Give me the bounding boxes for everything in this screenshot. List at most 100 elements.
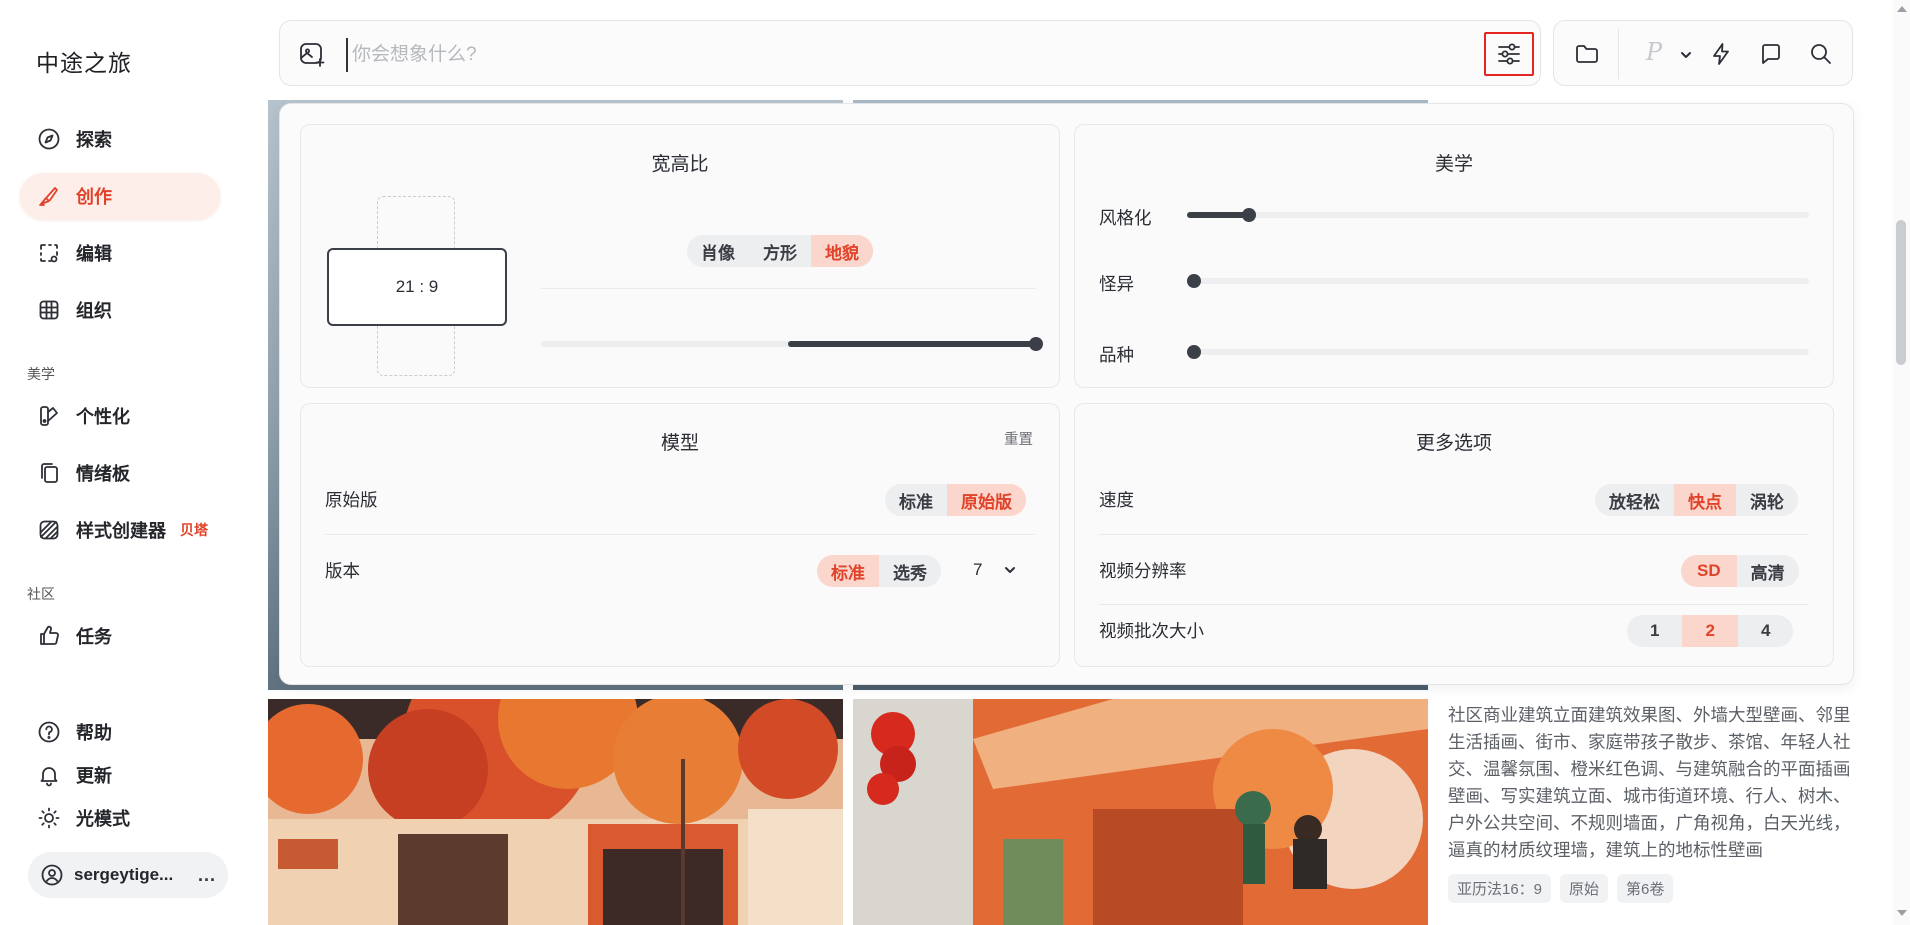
raw-raw[interactable]: 原始版 <box>947 484 1026 516</box>
raw-standard[interactable]: 标准 <box>885 484 947 516</box>
speed-toggle: 放轻松 快点 涡轮 <box>1595 484 1798 516</box>
orientation-portrait[interactable]: 肖像 <box>687 235 749 267</box>
video-resolution-toggle: SD 高清 <box>1681 555 1799 587</box>
video-resolution-label: 视频分辨率 <box>1099 561 1187 581</box>
aspect-orientation-toggle: 肖像 方形 地貌 <box>687 235 873 267</box>
tag-version[interactable]: 第6卷 <box>1617 874 1674 903</box>
variety-slider-knob[interactable] <box>1187 345 1201 359</box>
nav-tasks[interactable]: 任务 <box>20 613 220 659</box>
grid-icon <box>36 297 62 323</box>
nav-updates-label: 更新 <box>76 766 112 786</box>
model-section: 模型 重置 原始版 标准 原始版 版本 标准 选秀 7 <box>300 403 1060 667</box>
video-res-sd[interactable]: SD <box>1681 555 1737 587</box>
nav-create[interactable]: 创作 <box>20 173 220 219</box>
brand-title[interactable]: 中途之旅 <box>36 44 132 78</box>
reset-button[interactable]: 重置 <box>1004 428 1033 449</box>
orientation-landscape[interactable]: 地貌 <box>811 235 873 267</box>
nav-organize[interactable]: 组织 <box>20 287 220 333</box>
model-title: 模型 <box>660 433 699 454</box>
speed-relax[interactable]: 放轻松 <box>1595 484 1674 516</box>
raw-mode-toggle: 标准 原始版 <box>885 484 1026 516</box>
folder-icon <box>1576 45 1598 63</box>
lightning-button[interactable] <box>1706 39 1736 69</box>
divider <box>325 534 1035 535</box>
aesthetics-section: 美学 风格化 怪异 品种 <box>1074 124 1834 388</box>
nav-style-creator-label: 样式创建器 <box>76 521 166 541</box>
settings-button[interactable] <box>1484 32 1534 76</box>
search-icon <box>1811 44 1831 64</box>
variety-slider[interactable] <box>1187 349 1809 355</box>
nav-updates[interactable]: 更新 <box>20 754 220 796</box>
version-chevron-down-icon[interactable] <box>1001 561 1019 584</box>
nav-moodboard[interactable]: 情绪板 <box>20 450 220 496</box>
scroll-up-arrow[interactable] <box>1897 6 1907 12</box>
speed-turbo[interactable]: 涡轮 <box>1736 484 1798 516</box>
gallery-image-building-mural[interactable] <box>853 699 1428 925</box>
stylize-slider-knob[interactable] <box>1242 208 1256 222</box>
raw-label: 原始版 <box>325 490 378 510</box>
aspect-ratio-slider-knob[interactable] <box>1029 337 1043 351</box>
hatched-square-icon <box>36 517 62 543</box>
version-number[interactable]: 7 <box>973 560 982 580</box>
aspect-ratio-slider-fill <box>788 341 1036 347</box>
brush-icon <box>36 183 62 209</box>
aspect-ratio-preview[interactable]: 21 : 9 <box>327 248 507 326</box>
nav-style-creator[interactable]: 样式创建器 贝塔 <box>20 507 230 553</box>
palette-book-icon <box>36 403 62 429</box>
nav-organize-label: 组织 <box>76 301 112 321</box>
scroll-down-arrow[interactable] <box>1897 910 1907 916</box>
video-batch-toggle: 1 2 4 <box>1627 615 1794 647</box>
video-batch-4[interactable]: 4 <box>1738 615 1793 647</box>
gallery-image-street-mural[interactable] <box>268 699 843 925</box>
prompt-input[interactable] <box>346 38 1454 72</box>
orientation-square[interactable]: 方形 <box>749 235 811 267</box>
nav-edit[interactable]: 编辑 <box>20 230 220 276</box>
divider <box>541 288 1036 289</box>
user-menu[interactable]: sergeytige... ... <box>28 852 228 898</box>
nav-personalize[interactable]: 个性化 <box>20 393 220 439</box>
nav-personalize-label: 个性化 <box>76 407 130 427</box>
video-res-hd[interactable]: 高清 <box>1737 555 1799 587</box>
version-label: 版本 <box>325 561 360 581</box>
chat-button[interactable] <box>1756 39 1786 69</box>
username: sergeytige... <box>74 865 174 884</box>
help-icon <box>36 719 62 745</box>
speed-label: 速度 <box>1099 490 1134 510</box>
copy-icon <box>36 460 62 486</box>
prompt-bar <box>279 20 1541 86</box>
nav-create-label: 创作 <box>76 187 112 207</box>
bell-icon <box>36 762 62 788</box>
scrollbar-thumb[interactable] <box>1896 220 1906 365</box>
nav-help[interactable]: 帮助 <box>20 711 220 753</box>
add-image-icon[interactable] <box>298 40 326 73</box>
video-batch-1[interactable]: 1 <box>1627 615 1682 647</box>
more-options-icon[interactable]: ... <box>198 865 216 886</box>
tag-raw[interactable]: 原始 <box>1560 874 1609 903</box>
nav-explore[interactable]: 探索 <box>20 116 220 162</box>
edit-frame-icon <box>36 240 62 266</box>
beta-badge: 贝塔 <box>180 522 208 538</box>
tag-aspect[interactable]: 亚历法16：9 <box>1448 874 1552 903</box>
stylize-slider[interactable] <box>1187 212 1809 218</box>
version-draft[interactable]: 选秀 <box>879 555 941 587</box>
weird-slider[interactable] <box>1187 278 1809 284</box>
weird-slider-knob[interactable] <box>1187 274 1201 288</box>
nav-edit-label: 编辑 <box>76 244 112 264</box>
search-button[interactable] <box>1806 39 1836 69</box>
video-batch-2[interactable]: 2 <box>1682 615 1738 647</box>
aspect-ratio-section: 宽高比 21 : 9 肖像 方形 地貌 <box>300 124 1060 388</box>
section-community: 社区 <box>27 586 55 602</box>
version-standard[interactable]: 标准 <box>817 555 879 587</box>
nav-light-mode-label: 光模式 <box>76 809 130 829</box>
variety-label: 品种 <box>1099 345 1134 365</box>
sun-icon <box>36 805 62 831</box>
scrollbar[interactable] <box>1893 0 1910 925</box>
speed-fast[interactable]: 快点 <box>1674 484 1736 516</box>
nav-light-mode[interactable]: 光模式 <box>20 797 220 839</box>
folder-button[interactable] <box>1572 39 1602 69</box>
personalization-p-mark[interactable]: P <box>1646 38 1662 66</box>
chevron-down-icon[interactable] <box>1671 40 1701 70</box>
lightning-icon <box>1713 43 1729 65</box>
user-avatar-icon <box>41 864 63 886</box>
stylize-label: 风格化 <box>1099 208 1152 228</box>
